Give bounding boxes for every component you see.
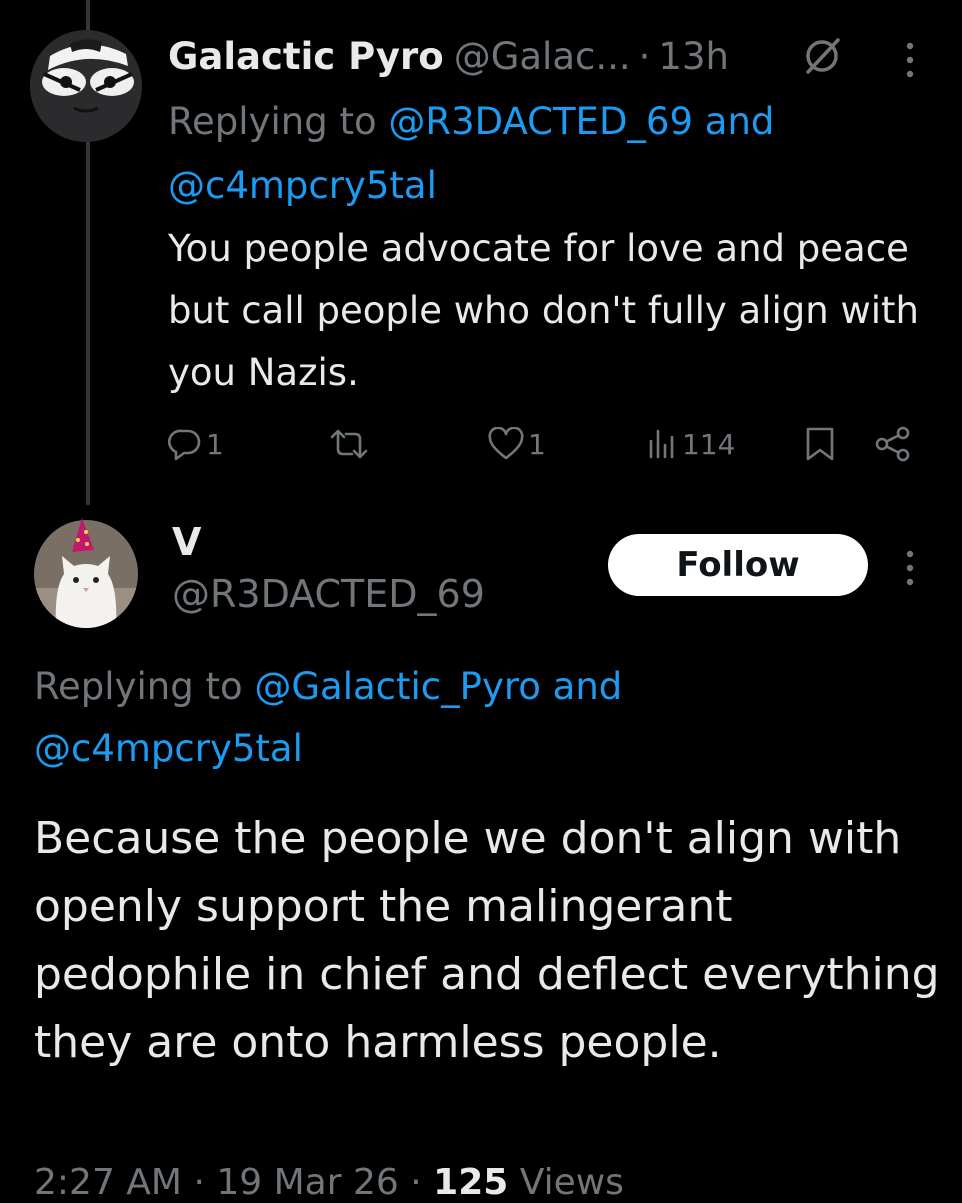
bookmark-icon [806, 427, 834, 461]
retweet-icon [330, 429, 368, 459]
tweet-time[interactable]: 2:27 AM [34, 1162, 182, 1203]
more-icon[interactable] [895, 546, 925, 590]
user-handle[interactable]: @Galac... [454, 35, 631, 78]
avatar-v[interactable] [32, 518, 140, 630]
replying-to: Replying to @R3DACTED_69 and @c4mpcry5ta… [168, 90, 908, 218]
timestamp[interactable]: 13h [658, 35, 729, 78]
tweet-text: You people advocate for love and peace b… [168, 227, 919, 394]
views-label: Views [519, 1162, 624, 1203]
avatar-galactic-pyro[interactable] [30, 30, 142, 142]
separator-dot: · [193, 1162, 205, 1203]
mention-link[interactable]: @c4mpcry5tal [168, 164, 437, 207]
tweet-text: Because the people we don't align with o… [34, 813, 940, 1068]
views-icon [649, 429, 674, 459]
like-count: 1 [528, 427, 546, 461]
mention-conjunction[interactable]: and [705, 100, 775, 143]
share-icon [875, 426, 910, 462]
replying-label: Replying to [168, 100, 377, 143]
share-button[interactable] [874, 420, 912, 468]
retweet-button[interactable] [328, 420, 370, 468]
replying-to: Replying to @Galactic_Pyro and @c4mpcry5… [34, 656, 914, 780]
views-count: 125 [433, 1162, 509, 1203]
grok-icon[interactable] [800, 34, 844, 78]
reply-count: 1 [206, 427, 224, 461]
like-icon [488, 427, 524, 460]
like-button[interactable]: 1 [488, 420, 546, 468]
more-icon[interactable] [895, 38, 925, 82]
reply-button[interactable]: 1 [168, 420, 224, 468]
display-name[interactable]: V [172, 520, 201, 564]
views-count: 114 [682, 427, 736, 461]
avatar-image [34, 518, 138, 628]
mention-link[interactable]: @Galactic_Pyro [254, 665, 541, 708]
tweet-actions: 1 1 114 [168, 420, 928, 468]
views-button[interactable]: 114 [648, 420, 735, 468]
mention-link[interactable]: @c4mpcry5tal [34, 727, 303, 770]
display-name[interactable]: Galactic Pyro [168, 35, 444, 78]
tweet-meta: 2:27 AM · 19 Mar 26 · 125 Views [34, 1162, 624, 1203]
mention-link[interactable]: @R3DACTED_69 [388, 100, 693, 143]
bookmark-button[interactable] [804, 420, 836, 468]
separator-dot: · [638, 34, 651, 78]
tweet-date[interactable]: 19 Mar 26 [216, 1162, 398, 1203]
reply-icon [168, 429, 201, 461]
mention-conjunction[interactable]: and [553, 665, 623, 708]
user-handle[interactable]: @R3DACTED_69 [172, 572, 485, 616]
replying-label: Replying to [34, 665, 243, 708]
separator-dot: · [410, 1162, 422, 1203]
avatar-image [30, 30, 142, 142]
tweet-header: Galactic Pyro @Galac... · 13h [168, 28, 729, 84]
follow-button[interactable]: Follow [608, 534, 868, 596]
